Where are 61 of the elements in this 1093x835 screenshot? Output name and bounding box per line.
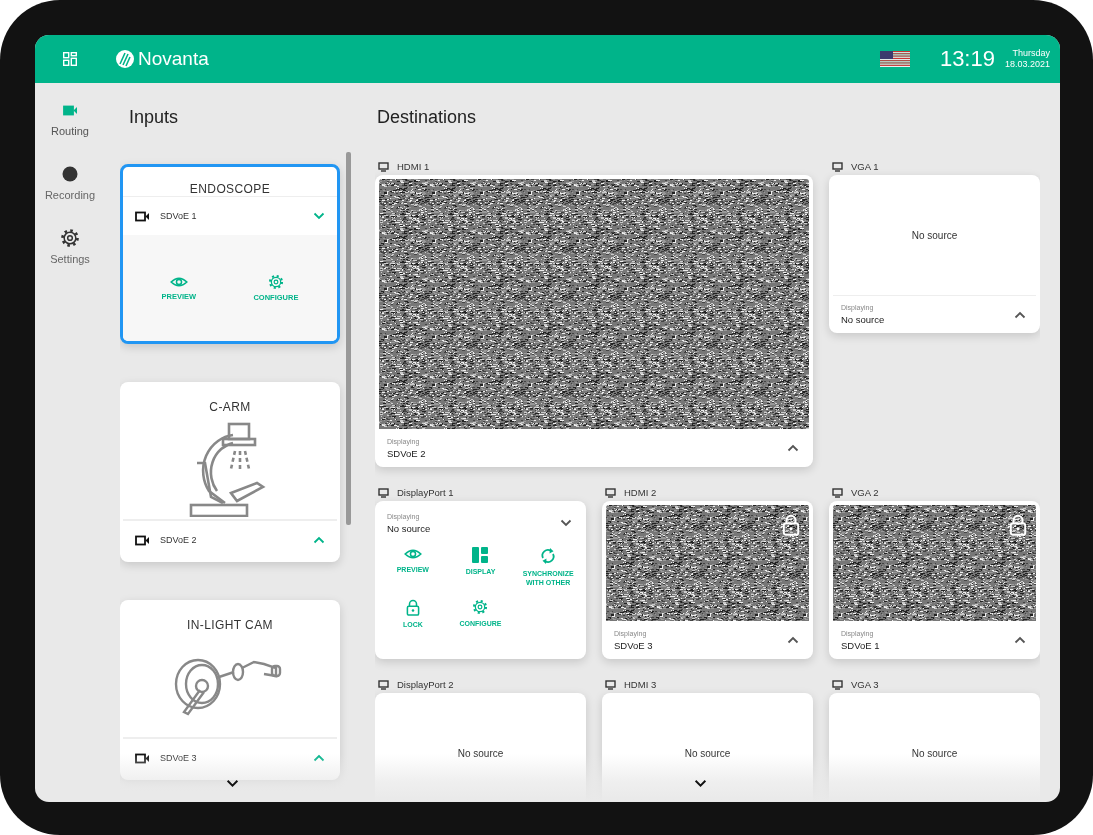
no-source-text: No source (457, 747, 504, 759)
monitor-icon (378, 487, 389, 498)
chevron-up-icon[interactable] (787, 444, 799, 452)
no-source-text: No source (911, 229, 958, 241)
chevron-down-icon[interactable] (560, 519, 572, 527)
monitor-icon (832, 487, 843, 498)
record-icon (62, 166, 78, 182)
weekday: Thursday (1012, 48, 1050, 59)
chevron-up-icon[interactable] (1014, 310, 1026, 319)
no-source-text: No source (684, 747, 731, 759)
clock-time: 13:19 (939, 46, 995, 72)
output-name: HDMI 1 (397, 161, 430, 172)
chevron-up-icon[interactable] (1014, 636, 1026, 644)
flag-icon[interactable] (879, 51, 910, 67)
video-camera-icon (62, 104, 78, 116)
monitor-icon (378, 161, 389, 172)
monitor-icon (605, 679, 616, 690)
lock-icon (405, 599, 420, 616)
monitor-icon (832, 161, 843, 172)
input-card[interactable]: C-ARM SDVoE 2 (120, 382, 340, 562)
no-source-text: No source (911, 747, 958, 759)
output-name: DisplayPort 1 (397, 487, 454, 498)
input-card[interactable]: IN-LIGHT CAM SDVoE 3 (120, 600, 340, 780)
gear-icon (472, 599, 489, 615)
chevron-up-icon[interactable] (787, 636, 799, 644)
gear-icon (267, 274, 284, 290)
source-name: SDVoE 1 (160, 211, 198, 221)
monitor-icon (832, 679, 843, 690)
source-name: SDVoE 2 (160, 535, 198, 545)
nav-item[interactable]: Routing (35, 100, 105, 164)
output-name: VGA 3 (851, 679, 879, 690)
input-name: C-ARM (208, 399, 252, 416)
menu-icon[interactable] (63, 52, 77, 66)
monitor-icon (378, 679, 389, 690)
logo-icon (116, 50, 134, 68)
layout-icon (472, 547, 489, 563)
video-camera-icon (135, 534, 150, 546)
nav-item[interactable]: Recording (35, 164, 105, 228)
output-name: HDMI 2 (624, 487, 657, 498)
output-name: DisplayPort 2 (397, 679, 454, 690)
eye-icon (403, 547, 422, 561)
input-name: IN-LIGHT CAM (186, 617, 274, 634)
brand-name: Novanta (138, 48, 209, 70)
settings-icon (60, 228, 80, 248)
chevron-down-icon[interactable] (226, 779, 239, 788)
chevron-down-icon[interactable] (693, 779, 707, 788)
inputs-title: Inputs (128, 106, 180, 129)
input-name: ENDOSCOPE (188, 181, 272, 196)
output-name: VGA 1 (851, 161, 879, 172)
destinations-title: Destinations (376, 106, 478, 129)
video-camera-icon (135, 210, 150, 222)
sync-icon (540, 547, 557, 565)
source-name: SDVoE 3 (160, 753, 198, 763)
video-camera-icon (135, 752, 150, 764)
eye-icon (169, 275, 188, 289)
output-name: VGA 2 (851, 487, 879, 498)
date: 18.03.2021 (1004, 59, 1050, 70)
monitor-icon (605, 487, 616, 498)
output-name: HDMI 3 (624, 679, 657, 690)
scrollbar[interactable] (346, 152, 351, 525)
nav-item[interactable]: Settings (35, 228, 105, 292)
